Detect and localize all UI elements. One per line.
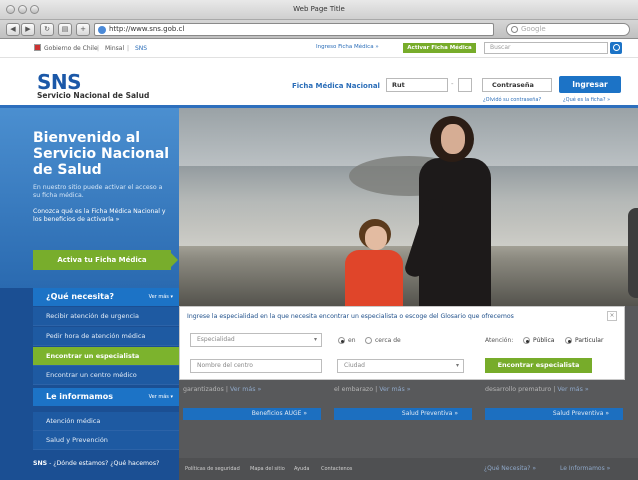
- address-bar[interactable]: http://www.sns.gob.cl: [94, 23, 494, 36]
- que-necesita-title: ¿Qué necesita?: [46, 292, 115, 301]
- what-is-ficha-link[interactable]: ¿Qué es la ficha? »: [563, 97, 610, 103]
- encontrar-especialista-button[interactable]: Encontrar especialista: [485, 358, 592, 373]
- publica-label: Pública: [533, 337, 555, 344]
- ciudad-placeholder: Ciudad: [344, 362, 365, 369]
- forgot-password-link[interactable]: ¿Olvidó su contraseña?: [483, 97, 541, 103]
- close-panel-button[interactable]: ×: [607, 311, 617, 321]
- welcome-title: Bienvenido al Servicio Nacional de Salud: [33, 130, 170, 178]
- column-2-ver-mas[interactable]: Ver más »: [379, 386, 410, 393]
- reload-button[interactable]: ↻: [40, 23, 54, 36]
- hero-edge-figure: [628, 208, 638, 298]
- ingreso-ficha-link[interactable]: Ingreso Ficha Médica »: [316, 44, 379, 50]
- bookmarks-button[interactable]: ▤: [58, 23, 72, 36]
- particular-label: Particular: [575, 337, 604, 344]
- government-bar: Gobierno de Chile | Minsal | SNS Ingreso…: [0, 39, 638, 58]
- que-necesita-ver-mas[interactable]: Ver más ▾: [149, 288, 173, 306]
- footer-link-ayuda[interactable]: Ayuda: [294, 466, 309, 472]
- browser-toolbar: ◀ ▶ ↻ ▤ + http://www.sns.gob.cl Google: [0, 20, 638, 39]
- ficha-medica-label: Ficha Médica Nacional: [292, 82, 380, 90]
- especialidad-select[interactable]: Especialidad ▾: [190, 333, 322, 347]
- login-button[interactable]: Ingresar: [559, 76, 621, 93]
- column-1-copy: garantizados: [183, 386, 224, 393]
- column-2-text: el embarazo | Ver más »: [334, 386, 411, 393]
- footer-link-mapa[interactable]: Mapa del sitio: [250, 466, 285, 472]
- especialidad-placeholder: Especialidad: [197, 336, 235, 343]
- search-icon: [511, 26, 518, 33]
- forward-button[interactable]: ▶: [21, 23, 35, 36]
- hero-photo: [179, 108, 638, 306]
- page-footer: Políticas de seguridad Mapa del sitio Ay…: [179, 458, 638, 480]
- column-3-ver-mas[interactable]: Ver más »: [557, 386, 588, 393]
- le-informamos-ver-mas[interactable]: Ver más ▾: [149, 388, 173, 406]
- minsal-link[interactable]: Minsal: [105, 45, 124, 52]
- en-label: en: [348, 337, 356, 344]
- particular-radio[interactable]: [565, 337, 572, 344]
- column-3-copy: desarrollo prematuro: [485, 386, 552, 393]
- column-3-text: desarrollo prematuro | Ver más »: [485, 386, 589, 393]
- sidebar-item-pedir-hora[interactable]: Pedir hora de atención médica: [33, 327, 179, 346]
- sidebar-item-urgencia[interactable]: Recibir atención de urgencia: [33, 307, 179, 326]
- centro-input[interactable]: Nombre del centro: [190, 359, 322, 373]
- gobierno-link[interactable]: Gobierno de Chile: [44, 45, 98, 52]
- browser-titlebar: Web Page Title: [0, 0, 638, 20]
- footer-le-informamos[interactable]: Le Informamos »: [560, 465, 610, 472]
- sidebar-item-salud-prevencion[interactable]: Salud y Prevención: [33, 431, 179, 450]
- salud-preventiva-button-1[interactable]: Salud Preventiva »: [334, 408, 472, 420]
- sidebar-item-atencion-medica[interactable]: Atención médica: [33, 412, 179, 431]
- sns-link[interactable]: SNS: [135, 45, 147, 52]
- search-panel-title: Ingrese la especialidad en la que necesi…: [187, 313, 514, 320]
- back-button[interactable]: ◀: [6, 23, 20, 36]
- window-title: Web Page Title: [293, 5, 345, 13]
- column-1-ver-mas[interactable]: Ver más »: [230, 386, 261, 393]
- le-informamos-header[interactable]: Le informamos Ver más ▾: [33, 388, 179, 406]
- logo-subtitle: Servicio Nacional de Salud: [37, 91, 150, 100]
- hero-woman-face: [441, 124, 465, 154]
- atencion-label: Atención:: [485, 337, 514, 344]
- activar-ficha-button[interactable]: Activar Ficha Médica: [403, 43, 476, 53]
- footer-que-necesita[interactable]: ¿Qué Necesita? »: [484, 465, 536, 472]
- footer-sns-logo: SNS: [33, 460, 48, 467]
- footer-link-seguridad[interactable]: Políticas de seguridad: [185, 466, 240, 472]
- rut-input[interactable]: Rut: [386, 78, 448, 92]
- ciudad-select[interactable]: Ciudad ▾: [337, 359, 464, 373]
- ficha-info-link[interactable]: Conozca qué es la Ficha Médica Nacional …: [33, 208, 171, 224]
- cerca-label: cerca de: [375, 337, 401, 344]
- browser-search-placeholder: Google: [521, 25, 546, 33]
- site-header: SNS Servicio Nacional de Salud Ficha Méd…: [0, 58, 638, 108]
- chevron-down-icon: ▾: [313, 336, 317, 343]
- site-search-button[interactable]: [610, 42, 622, 54]
- chevron-down-icon: ▾: [455, 362, 459, 369]
- salud-preventiva-button-2[interactable]: Salud Preventiva »: [485, 408, 623, 420]
- column-2-copy: el embarazo: [334, 386, 374, 393]
- activa-ficha-button[interactable]: Activa tu Ficha Médica: [33, 250, 178, 270]
- rut-dash: -: [451, 80, 454, 88]
- specialist-search-panel: Ingrese la especialidad en la que necesi…: [179, 306, 625, 380]
- en-radio[interactable]: [338, 337, 345, 344]
- publica-radio[interactable]: [523, 337, 530, 344]
- le-informamos-title: Le informamos: [46, 392, 113, 401]
- que-necesita-header[interactable]: ¿Qué necesita? Ver más ▾: [33, 288, 179, 306]
- sidebar-item-centro-medico[interactable]: Encontrar un centro médico: [33, 366, 179, 385]
- intro-text: En nuestro sitio puede activar el acceso…: [33, 184, 163, 199]
- add-bookmark-button[interactable]: +: [76, 23, 90, 36]
- sidebar-footer: SNS - ¿Dónde estamos? ¿Qué hacemos?: [33, 460, 159, 467]
- rut-verifier-input[interactable]: [458, 78, 472, 92]
- column-1-text: garantizados | Ver más »: [183, 386, 262, 393]
- beneficios-auge-button[interactable]: Beneficios AUGE »: [183, 408, 321, 420]
- left-sidebar: Bienvenido al Servicio Nacional de Salud…: [0, 108, 187, 480]
- password-input[interactable]: Contraseña: [482, 78, 552, 92]
- cerca-radio[interactable]: [365, 337, 372, 344]
- url-text: http://www.sns.gob.cl: [109, 25, 185, 33]
- sidebar-item-especialista[interactable]: Encontrar un especialista: [33, 347, 187, 366]
- hero-child-face: [365, 226, 387, 250]
- chile-flag-icon: [34, 44, 41, 51]
- globe-icon: [98, 26, 106, 34]
- footer-about-links[interactable]: - ¿Dónde estamos? ¿Qué hacemos?: [49, 460, 159, 467]
- welcome-panel: Bienvenido al Servicio Nacional de Salud…: [0, 108, 179, 288]
- hero-child: [345, 250, 403, 306]
- footer-link-contacto[interactable]: Contactenos: [321, 466, 352, 472]
- site-search-input[interactable]: Buscar: [484, 42, 608, 54]
- browser-search-field[interactable]: Google: [506, 23, 630, 36]
